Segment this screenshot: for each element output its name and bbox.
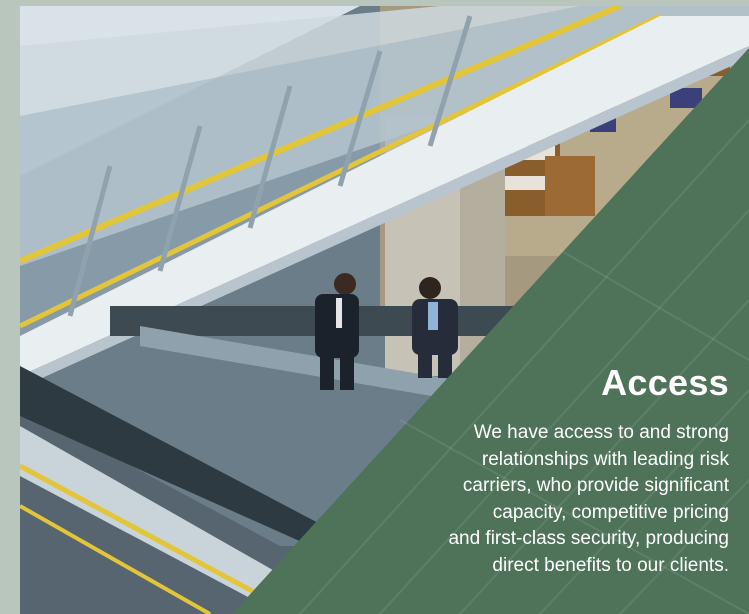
body-line: carriers, who provide significant: [462, 475, 729, 496]
body-line: direct benefits to our clients.: [492, 554, 729, 576]
section-body: We have access to and strong relationshi…: [399, 420, 729, 579]
body-line: We have access to and strong: [473, 422, 729, 443]
body-line: relationships with leading risk: [481, 448, 729, 470]
body-line: and first-class security, producing: [448, 528, 729, 549]
section-heading: Access: [601, 362, 729, 403]
body-line: capacity, competitive pricing: [492, 501, 729, 523]
